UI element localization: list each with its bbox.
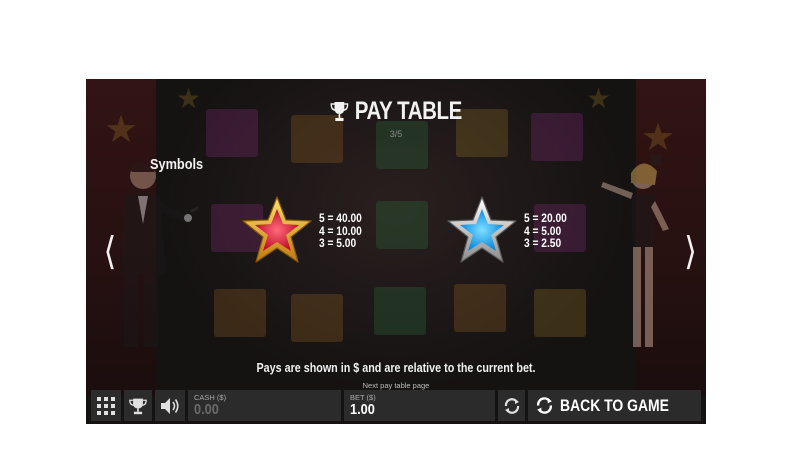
page-indicator: 3/5 — [389, 129, 403, 139]
background-tile — [291, 294, 343, 342]
cash-value: 0.00 — [194, 401, 219, 418]
background-tile — [376, 201, 428, 249]
grid-menu-icon — [97, 396, 115, 415]
trophy-icon — [330, 100, 348, 129]
speaker-icon — [161, 397, 179, 414]
paytable-button[interactable] — [124, 390, 152, 421]
sound-button[interactable] — [155, 390, 185, 421]
chevron-right-icon[interactable]: ❭ — [682, 233, 698, 267]
background-tile — [534, 289, 586, 337]
bottom-bar: CASH ($) 0.00 BET ($) 1.00 BACK TO GAME — [91, 390, 701, 421]
pay-value: 3 = 5.00 — [319, 236, 357, 250]
next-page-link[interactable]: Next pay table page — [86, 381, 706, 390]
page-title: PAY TABLE — [142, 97, 650, 129]
paytable-values: 5 = 20.00 4 = 5.00 3 = 2.50 — [524, 212, 567, 250]
menu-button[interactable] — [91, 390, 121, 421]
background-tile — [454, 284, 506, 332]
background-tile — [374, 287, 426, 335]
bet-value: 1.00 — [350, 401, 375, 418]
autoplay-button[interactable] — [498, 390, 525, 421]
title-text: PAY TABLE — [354, 97, 463, 125]
pays-note: Pays are shown in $ and are relative to … — [256, 361, 536, 375]
pay-value: 5 = 20.00 — [524, 211, 567, 225]
chevron-left-icon[interactable]: ❬ — [102, 233, 118, 267]
paytable-values: 5 = 40.00 4 = 10.00 3 = 5.00 — [319, 212, 362, 250]
bet-display[interactable]: BET ($) 1.00 — [344, 390, 495, 421]
background-tile — [214, 289, 266, 337]
pay-value: 5 = 40.00 — [319, 211, 362, 225]
pay-value: 3 = 2.50 — [524, 236, 562, 250]
back-to-game-label: BACK TO GAME — [560, 396, 669, 415]
section-label: Symbols — [150, 156, 204, 173]
gold-red-star-symbol — [242, 196, 312, 263]
cash-display: CASH ($) 0.00 — [188, 390, 341, 421]
game-window: ★ ★ ★ ★ PAY TABLE 3/5 Symbols 5 = 40.00 … — [86, 79, 706, 424]
assistant-figure — [601, 155, 669, 347]
back-to-game-button[interactable]: BACK TO GAME — [528, 390, 701, 421]
trophy-icon — [129, 398, 147, 414]
refresh-icon — [537, 397, 552, 414]
refresh-icon — [504, 397, 519, 414]
magician-figure — [120, 162, 198, 347]
silver-blue-star-symbol — [447, 196, 517, 263]
